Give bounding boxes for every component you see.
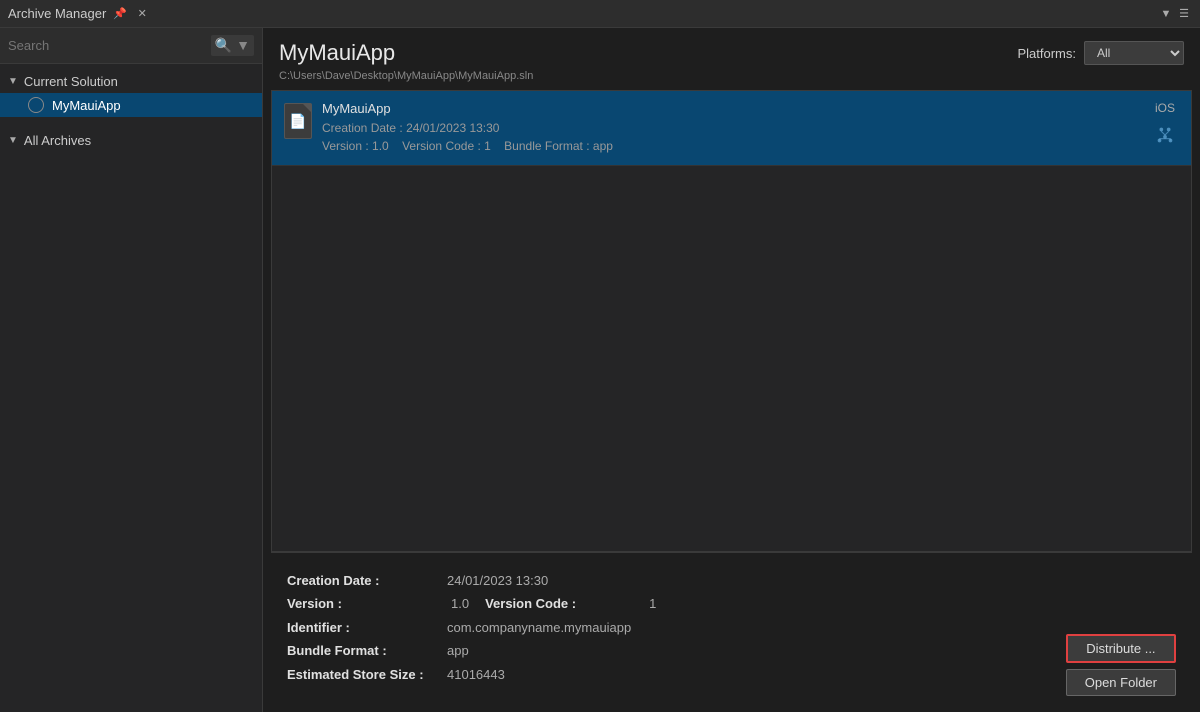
detail-bundle-format-row: Bundle Format : app (287, 639, 1176, 662)
platform-selector: Platforms: All iOS Android macOS (1017, 41, 1184, 65)
detail-version-value: 1.0 (451, 592, 469, 615)
title-bar: Archive Manager 📌 ✕ ▼ ☰ (0, 0, 1200, 28)
detail-version-code-value: 1 (649, 592, 656, 615)
detail-bundle-format-label: Bundle Format : (287, 639, 447, 662)
all-archives-header[interactable]: ▼ All Archives (0, 129, 262, 152)
version-label: Version : (322, 139, 369, 153)
detail-version-item: Version : 1.0 (287, 592, 469, 615)
detail-bundle-format-value: app (447, 639, 469, 662)
sidebar-item-label: MyMauiApp (52, 98, 121, 113)
archive-version-line: Version : 1.0 Version Code : 1 Bundle Fo… (322, 137, 1141, 155)
bundle-format-value: app (593, 139, 613, 153)
sidebar-item-mymauiapp[interactable]: MyMauiApp (0, 93, 262, 117)
pin-button[interactable]: 📌 (112, 6, 128, 22)
window-controls: ▼ ☰ (1158, 6, 1192, 22)
current-solution-header[interactable]: ▼ Current Solution (0, 70, 262, 93)
archive-platform: iOS (1151, 101, 1179, 149)
chevron-down-icon: ▼ (8, 76, 18, 87)
current-solution-section: ▼ Current Solution MyMauiApp (0, 64, 262, 123)
archive-creation-date: Creation Date : 24/01/2023 13:30 (322, 119, 1141, 137)
detail-version-label: Version : (287, 592, 447, 615)
creation-date-value: 24/01/2023 13:30 (406, 121, 499, 135)
archive-row[interactable]: 📄 MyMauiApp Creation Date : 24/01/2023 1… (272, 91, 1191, 166)
solution-path: C:\Users\Dave\Desktop\MyMauiApp\MyMauiAp… (263, 70, 1200, 90)
detail-store-size-row: Estimated Store Size : 41016443 (287, 663, 1176, 686)
ios-icon (1151, 121, 1179, 149)
menu-icon[interactable]: ☰ (1176, 6, 1192, 22)
platform-label: iOS (1155, 101, 1175, 115)
all-archives-label: All Archives (24, 133, 91, 148)
action-buttons: Distribute ... Open Folder (1066, 634, 1176, 696)
detail-version-row: Version : 1.0 Version Code : 1 (287, 592, 1176, 615)
platforms-label: Platforms: (1017, 46, 1076, 61)
archive-info: MyMauiApp Creation Date : 24/01/2023 13:… (322, 101, 1141, 155)
search-icon: 🔍 ▼ (215, 37, 250, 54)
detail-version-code-label: Version Code : (485, 592, 645, 615)
detail-creation-date-value: 24/01/2023 13:30 (447, 569, 548, 592)
archive-name: MyMauiApp (322, 101, 1141, 116)
detail-creation-date-row: Creation Date : 24/01/2023 13:30 (287, 569, 1176, 592)
detail-store-size-value: 41016443 (447, 663, 505, 686)
archive-list-scroll[interactable]: 📄 MyMauiApp Creation Date : 24/01/2023 1… (271, 90, 1192, 552)
version-code-label: Version Code : (402, 139, 481, 153)
main-layout: 🔍 ▼ ▼ Current Solution MyMauiApp ▼ All A… (0, 28, 1200, 712)
current-solution-label: Current Solution (24, 74, 118, 89)
search-bar: 🔍 ▼ (0, 28, 262, 64)
project-icon (28, 97, 44, 113)
chevron-down-icon-2: ▼ (8, 135, 18, 146)
file-icon: 📄 (289, 113, 306, 130)
archive-file-icon: 📄 (284, 103, 312, 139)
app-title: MyMauiApp (279, 40, 395, 66)
platform-select[interactable]: All iOS Android macOS (1084, 41, 1184, 65)
creation-date-label: Creation Date : (322, 121, 403, 135)
version-value: 1.0 (372, 139, 389, 153)
detail-store-size-label: Estimated Store Size : (287, 663, 447, 686)
detail-identifier-row: Identifier : com.companyname.mymauiapp (287, 616, 1176, 639)
bundle-format-label: Bundle Format : (504, 139, 589, 153)
title-bar-left: Archive Manager 📌 ✕ (8, 6, 150, 22)
detail-version-code-item: Version Code : 1 (485, 592, 656, 615)
detail-identifier-value: com.companyname.mymauiapp (447, 616, 631, 639)
detail-creation-date-label: Creation Date : (287, 569, 447, 592)
content-header: MyMauiApp Platforms: All iOS Android mac… (263, 28, 1200, 70)
search-input[interactable] (8, 38, 205, 53)
close-button[interactable]: ✕ (134, 6, 150, 22)
sidebar: 🔍 ▼ ▼ Current Solution MyMauiApp ▼ All A… (0, 28, 263, 712)
scroll-down-icon[interactable]: ▼ (1158, 6, 1174, 22)
distribute-button[interactable]: Distribute ... (1066, 634, 1176, 663)
content-area: MyMauiApp Platforms: All iOS Android mac… (263, 28, 1200, 712)
title-bar-title: Archive Manager (8, 6, 106, 21)
detail-panel: Creation Date : 24/01/2023 13:30 Version… (271, 552, 1192, 712)
version-code-value: 1 (484, 139, 491, 153)
archive-list-panel: 📄 MyMauiApp Creation Date : 24/01/2023 1… (263, 90, 1200, 552)
search-button[interactable]: 🔍 ▼ (211, 35, 254, 56)
all-archives-section: ▼ All Archives (0, 123, 262, 158)
open-folder-button[interactable]: Open Folder (1066, 669, 1176, 696)
detail-identifier-label: Identifier : (287, 616, 447, 639)
